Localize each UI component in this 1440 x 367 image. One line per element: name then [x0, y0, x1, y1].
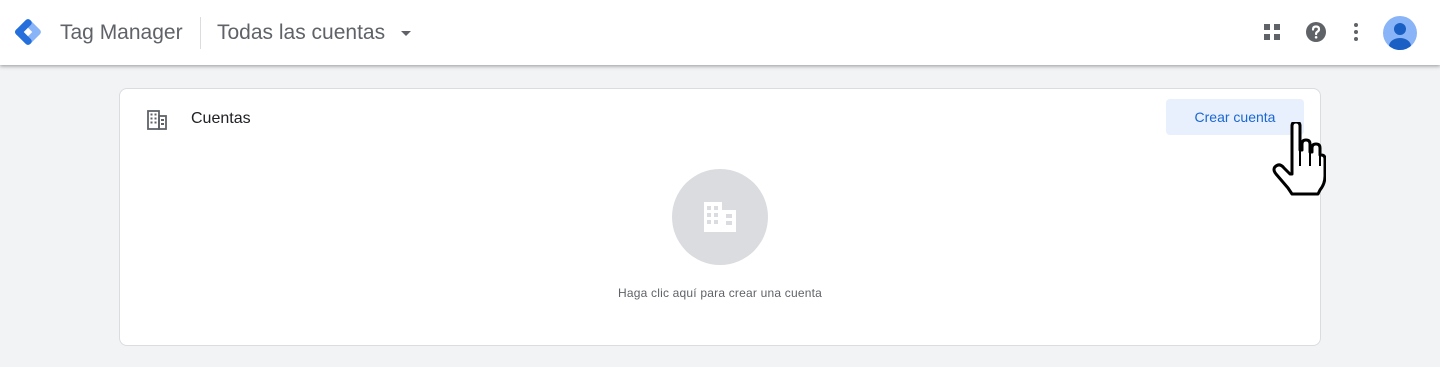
apps-grid-icon: [1264, 24, 1280, 40]
person-icon: [1389, 23, 1411, 50]
account-avatar[interactable]: [1383, 16, 1417, 50]
app-title[interactable]: Tag Manager: [60, 21, 183, 45]
building-icon: [147, 110, 167, 130]
more-options-button[interactable]: [1343, 19, 1369, 45]
card-title: Cuentas: [191, 110, 251, 127]
empty-state-create-account[interactable]: [672, 169, 768, 265]
hand-pointer-cursor-icon: [1272, 122, 1326, 196]
help-button[interactable]: [1303, 19, 1329, 45]
apps-button[interactable]: [1259, 19, 1285, 45]
account-selector[interactable]: Todas las cuentas: [217, 16, 412, 50]
account-selector-label: Todas las cuentas: [217, 21, 386, 44]
top-app-bar: Tag Manager Todas las cuentas: [0, 0, 1440, 65]
building-icon: [704, 202, 736, 232]
empty-state-message: Haga clic aquí para crear una cuenta: [618, 286, 822, 300]
help-icon: [1306, 22, 1326, 42]
accounts-card: Cuentas Crear cuenta Haga clic aquí para…: [119, 88, 1321, 346]
tag-manager-logo[interactable]: [12, 16, 44, 48]
caret-down-icon: [401, 30, 412, 36]
more-vert-icon: [1354, 23, 1358, 41]
header-divider: [200, 17, 201, 49]
